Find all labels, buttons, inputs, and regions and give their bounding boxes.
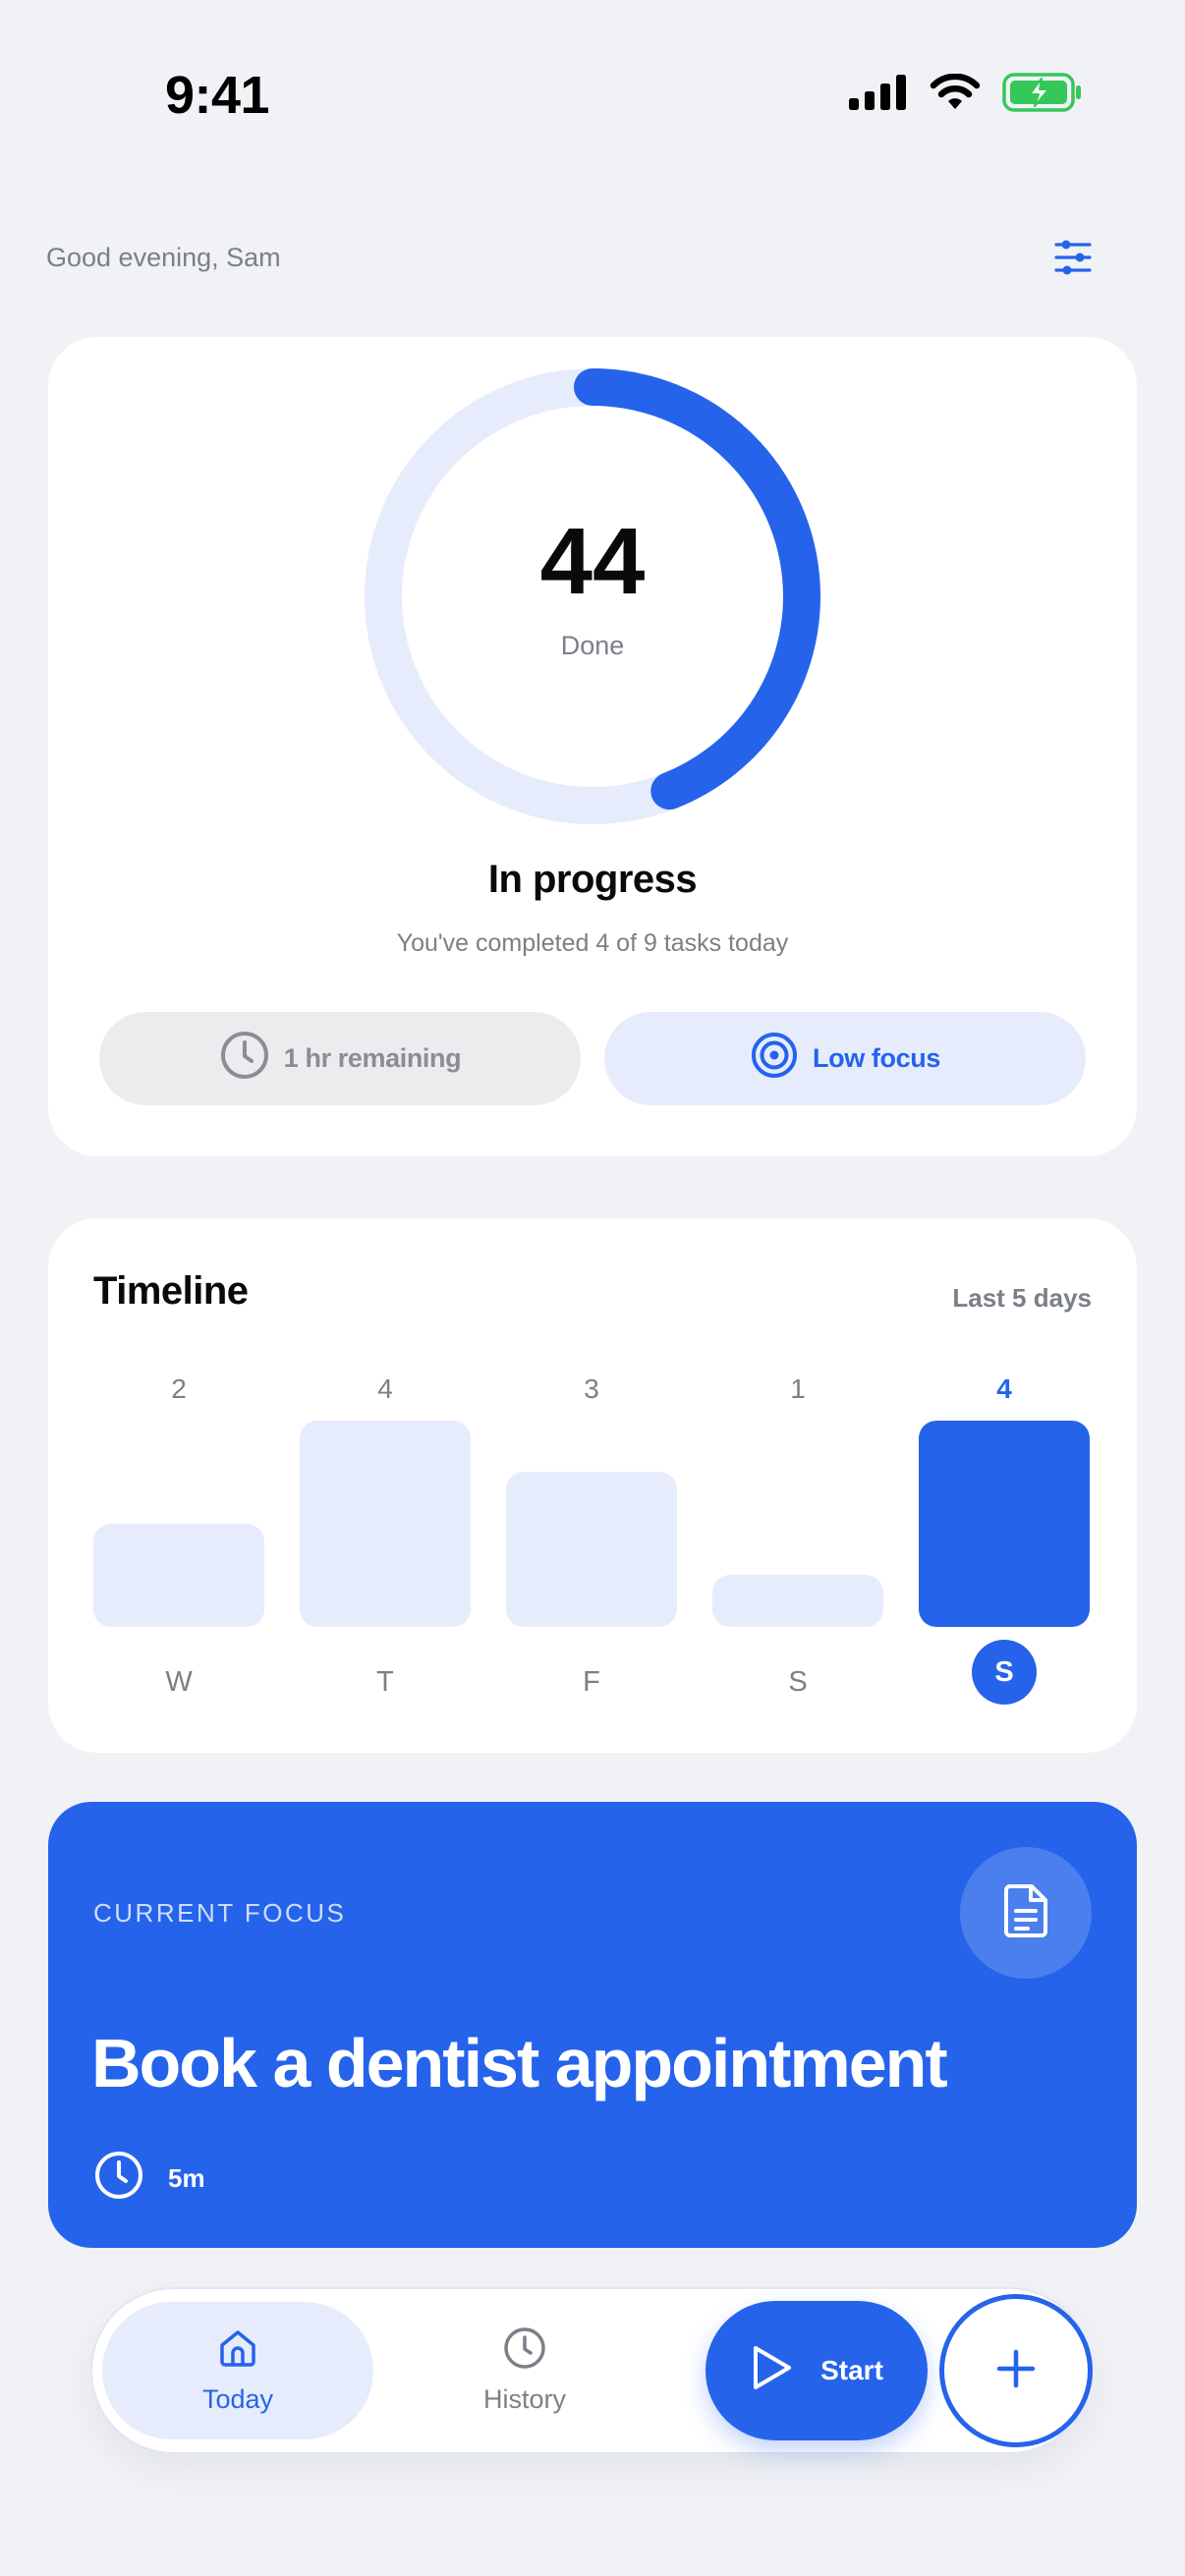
status-bar: 9:41 (0, 0, 1185, 187)
status-time: 9:41 (165, 66, 270, 125)
document-icon (1002, 1883, 1049, 1943)
clock-icon (219, 1030, 270, 1088)
home-icon (216, 2326, 259, 2377)
nav-history[interactable]: History (407, 2302, 643, 2439)
start-label: Start (820, 2355, 883, 2385)
timeline-day[interactable]: 1 S (712, 1218, 883, 1753)
timeline-count: 1 (790, 1373, 806, 1404)
greeting: Good evening, Sam (46, 243, 281, 272)
focus-level-pill[interactable]: Low focus (604, 1012, 1086, 1105)
clock-icon (93, 2150, 144, 2208)
progress-title: In progress (487, 858, 698, 901)
timeline-bar (506, 1472, 677, 1627)
timeline-day-label: F (583, 1666, 600, 1698)
timeline-bar (93, 1524, 264, 1627)
timeline-bar (919, 1421, 1090, 1627)
timeline-bar (300, 1421, 471, 1627)
notes-button[interactable] (960, 1847, 1092, 1979)
timeline-day[interactable]: 2 W (93, 1218, 264, 1753)
progress-card: 44 Done In progress You've completed 4 o… (48, 337, 1137, 1156)
current-focus-card[interactable]: CURRENT FOCUS Book a dentist appointment… (48, 1802, 1137, 2248)
play-icon (750, 2343, 795, 2399)
timeline-bar (712, 1575, 883, 1627)
timeline-count: 4 (377, 1373, 393, 1404)
sliders-icon (1053, 238, 1093, 282)
wifi-icon (930, 73, 981, 116)
timeline-day-selected[interactable]: 4 S (919, 1218, 1090, 1753)
focus-duration: 5m (93, 2150, 205, 2208)
progress-value: 44 (539, 508, 646, 614)
progress-ring-center: 44 Done (365, 368, 820, 824)
progress-ring: 44 Done (365, 368, 820, 824)
timeline-day-label: T (376, 1666, 394, 1698)
focus-duration-label: 5m (168, 2163, 205, 2193)
timeline-day-label-selected: S (972, 1640, 1037, 1705)
timeline-day[interactable]: 4 T (300, 1218, 471, 1753)
add-task-button[interactable] (939, 2294, 1093, 2447)
focus-eyebrow: CURRENT FOCUS (93, 1898, 347, 1928)
progress-subtitle: You've completed 4 of 9 tasks today (396, 929, 789, 957)
timeline-count: 4 (996, 1373, 1012, 1404)
time-remaining-pill[interactable]: 1 hr remaining (99, 1012, 581, 1105)
nav-today[interactable]: Today (102, 2302, 373, 2439)
timeline-day-label: W (165, 1666, 193, 1698)
timeline-count: 2 (171, 1373, 187, 1404)
start-button[interactable]: Start (705, 2301, 928, 2440)
timeline-card: Timeline Last 5 days 2 W 4 T 3 F 1 S 4 S (48, 1218, 1137, 1753)
timeline-day-label: S (788, 1666, 808, 1698)
clock-icon (503, 2326, 546, 2377)
battery-charging-icon (1002, 73, 1083, 117)
focus-level-label: Low focus (813, 1043, 940, 1073)
progress-value-label: Done (560, 630, 625, 660)
target-icon (750, 1031, 799, 1087)
timeline-count: 3 (584, 1373, 599, 1404)
nav-history-label: History (482, 2384, 566, 2414)
bottom-nav: Today History Start (92, 2289, 1093, 2452)
cellular-signal-icon (849, 75, 908, 115)
timeline-day[interactable]: 3 F (506, 1218, 677, 1753)
nav-today-label: Today (201, 2384, 274, 2414)
focus-task-title: Book a dentist appointment (91, 2025, 948, 2101)
filter-button[interactable] (1045, 232, 1100, 287)
status-icons (849, 73, 1083, 117)
plus-icon (994, 2347, 1038, 2395)
time-remaining-label: 1 hr remaining (283, 1043, 462, 1073)
